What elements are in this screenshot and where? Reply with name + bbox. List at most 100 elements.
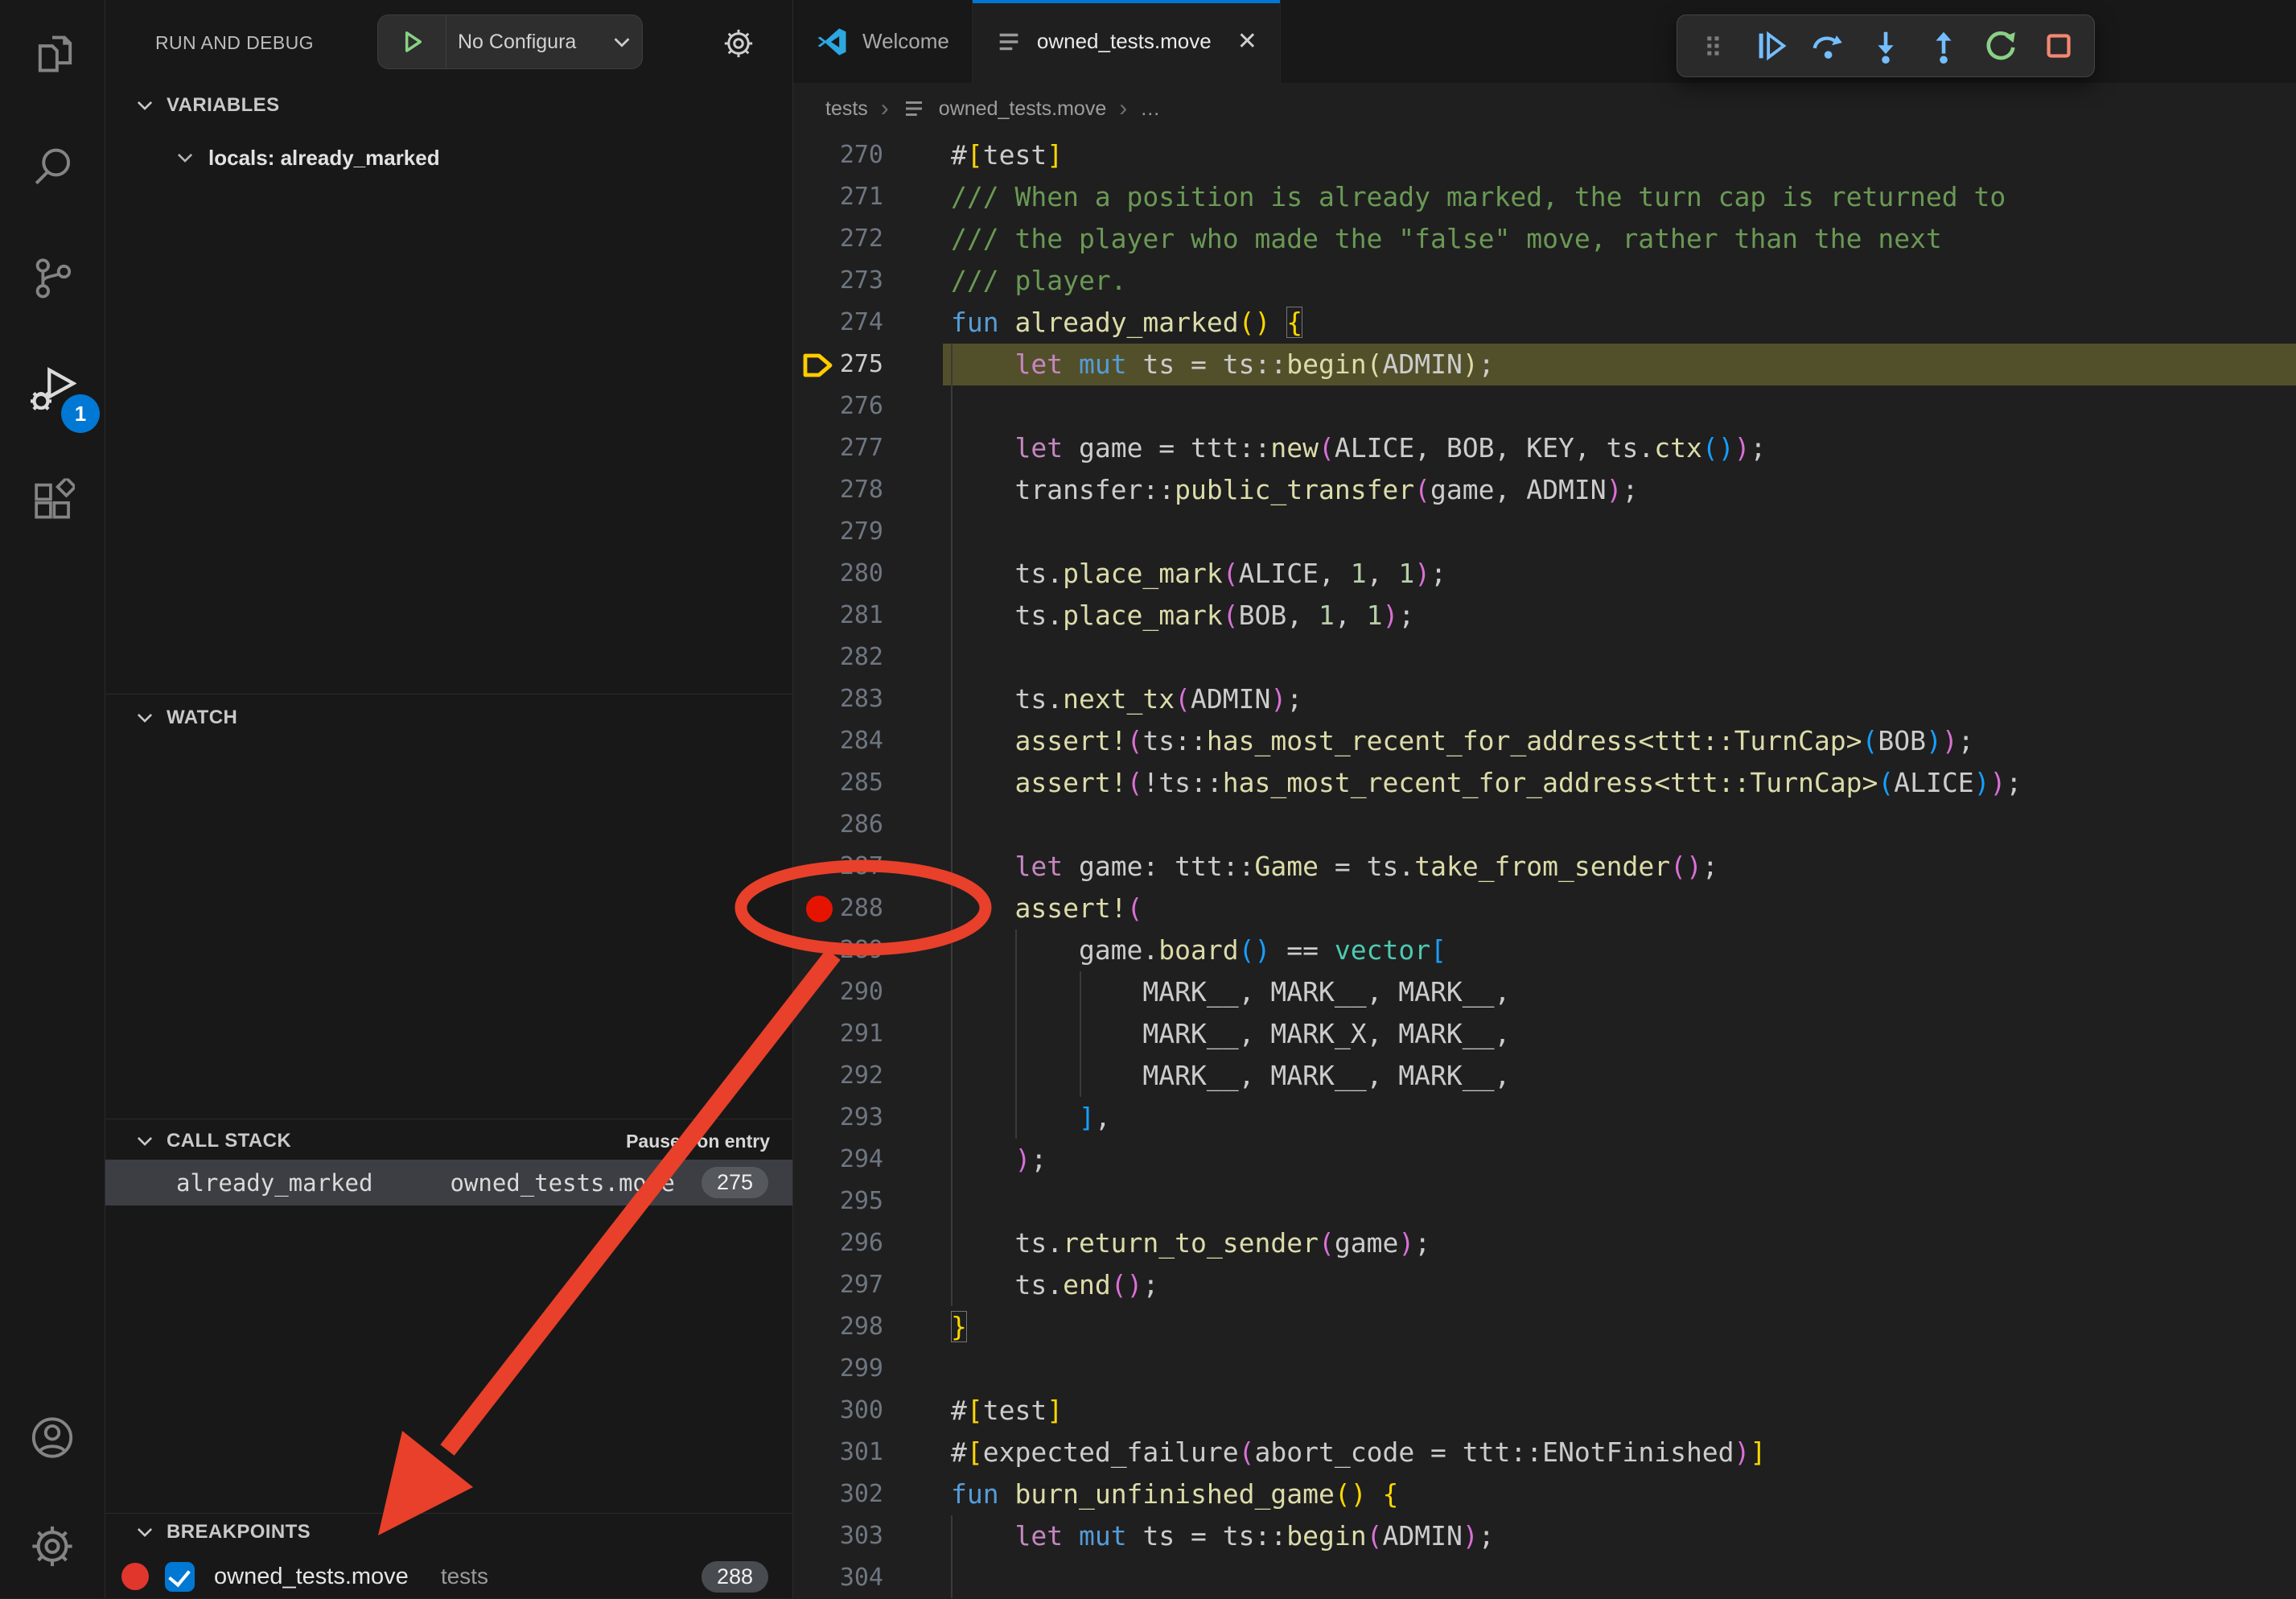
line-number[interactable]: 274 bbox=[793, 302, 883, 344]
code-line[interactable]: 288 assert!( bbox=[793, 888, 2296, 929]
line-number[interactable]: 297 bbox=[793, 1264, 883, 1306]
line-number[interactable]: 271 bbox=[793, 176, 883, 218]
line-number[interactable]: 290 bbox=[793, 971, 883, 1013]
code-line[interactable]: 271/// When a position is already marked… bbox=[793, 176, 2296, 218]
code-line[interactable]: 280 ts.place_mark(ALICE, 1, 1); bbox=[793, 553, 2296, 595]
drag-handle-icon[interactable] bbox=[1687, 20, 1738, 72]
extensions-icon[interactable] bbox=[30, 479, 75, 528]
breakpoint-row[interactable]: owned_tests.move tests 288 bbox=[105, 1554, 792, 1599]
tab-welcome[interactable]: Welcome bbox=[793, 0, 973, 83]
line-number[interactable]: 296 bbox=[793, 1222, 883, 1264]
code-line[interactable]: 290 MARK__, MARK__, MARK__, bbox=[793, 971, 2296, 1013]
line-number[interactable]: 299 bbox=[793, 1348, 883, 1390]
line-number[interactable]: 279 bbox=[793, 511, 883, 553]
code-line[interactable]: 278 transfer::public_transfer(game, ADMI… bbox=[793, 469, 2296, 511]
line-number[interactable]: 286 bbox=[793, 804, 883, 846]
code-line[interactable]: 270#[test] bbox=[793, 134, 2296, 176]
line-number[interactable]: 301 bbox=[793, 1432, 883, 1473]
code-line[interactable]: 286 bbox=[793, 804, 2296, 846]
code-line[interactable]: 293 ], bbox=[793, 1097, 2296, 1139]
code-line[interactable]: 299 bbox=[793, 1348, 2296, 1390]
explorer-icon[interactable] bbox=[30, 31, 75, 80]
code-line[interactable]: 301#[expected_failure(abort_code = ttt::… bbox=[793, 1432, 2296, 1473]
close-icon[interactable]: ✕ bbox=[1237, 27, 1257, 56]
code-line[interactable]: 291 MARK__, MARK_X, MARK__, bbox=[793, 1013, 2296, 1055]
variables-scope-row[interactable]: locals: already_marked bbox=[105, 137, 862, 179]
code-line[interactable]: 295 bbox=[793, 1181, 2296, 1222]
code-line[interactable]: 302fun burn_unfinished_game() { bbox=[793, 1473, 2296, 1515]
line-number[interactable]: 281 bbox=[793, 595, 883, 637]
code-line[interactable]: 292 MARK__, MARK__, MARK__, bbox=[793, 1055, 2296, 1097]
line-number[interactable]: 303 bbox=[793, 1515, 883, 1557]
watch-header[interactable]: WATCH bbox=[105, 699, 792, 736]
step-into-button[interactable] bbox=[1860, 20, 1911, 72]
line-number[interactable]: 298 bbox=[793, 1306, 883, 1348]
code-line[interactable]: 304 bbox=[793, 1557, 2296, 1598]
line-number[interactable]: 285 bbox=[793, 762, 883, 804]
search-icon[interactable] bbox=[30, 143, 75, 192]
line-number[interactable]: 278 bbox=[793, 469, 883, 511]
breadcrumb-symbol[interactable]: … bbox=[1140, 97, 1160, 121]
code-line[interactable]: 275 let mut ts = ts::begin(ADMIN); bbox=[793, 344, 2296, 385]
breakpoints-header[interactable]: BREAKPOINTS bbox=[105, 1514, 792, 1551]
line-number[interactable]: 284 bbox=[793, 720, 883, 762]
line-number[interactable]: 302 bbox=[793, 1473, 883, 1515]
chevron-down-icon[interactable] bbox=[602, 30, 642, 54]
line-number[interactable]: 275 bbox=[793, 344, 883, 385]
code-line[interactable]: 272/// the player who made the "false" m… bbox=[793, 218, 2296, 260]
start-debugging-play-icon[interactable] bbox=[378, 15, 446, 68]
code-line[interactable]: 279 bbox=[793, 511, 2296, 553]
breadcrumb-folder[interactable]: tests bbox=[825, 97, 868, 121]
line-number[interactable]: 293 bbox=[793, 1097, 883, 1139]
stack-frame-row[interactable]: already_marked owned_tests.move 275 bbox=[105, 1160, 792, 1205]
code-line[interactable]: 298} bbox=[793, 1306, 2296, 1348]
line-number[interactable]: 272 bbox=[793, 218, 883, 260]
config-dropdown-label[interactable]: No Configura bbox=[446, 31, 602, 54]
breadcrumb-file[interactable]: owned_tests.move bbox=[939, 97, 1106, 121]
line-number[interactable]: 300 bbox=[793, 1390, 883, 1432]
code-line[interactable]: 276 bbox=[793, 385, 2296, 427]
code-line[interactable]: 300#[test] bbox=[793, 1390, 2296, 1432]
line-number[interactable]: 283 bbox=[793, 678, 883, 720]
code-line[interactable]: 303 let mut ts = ts::begin(ADMIN); bbox=[793, 1515, 2296, 1557]
step-out-button[interactable] bbox=[1918, 20, 1969, 72]
code-line[interactable]: 281 ts.place_mark(BOB, 1, 1); bbox=[793, 595, 2296, 637]
line-number[interactable]: 277 bbox=[793, 427, 883, 469]
stop-button[interactable] bbox=[2033, 20, 2084, 72]
line-number[interactable]: 270 bbox=[793, 134, 883, 176]
step-over-button[interactable] bbox=[1802, 20, 1854, 72]
code-editor[interactable]: 270#[test]271/// When a position is alre… bbox=[793, 134, 2296, 1598]
restart-button[interactable] bbox=[1975, 20, 2026, 72]
line-number[interactable]: 304 bbox=[793, 1557, 883, 1598]
code-line[interactable]: 297 ts.end(); bbox=[793, 1264, 2296, 1306]
code-line[interactable]: 277 let game = ttt::new(ALICE, BOB, KEY,… bbox=[793, 427, 2296, 469]
code-line[interactable]: 273/// player. bbox=[793, 260, 2296, 302]
variables-header[interactable]: VARIABLES bbox=[105, 87, 792, 124]
line-number[interactable]: 276 bbox=[793, 385, 883, 427]
code-line[interactable]: 284 assert!(ts::has_most_recent_for_addr… bbox=[793, 720, 2296, 762]
line-number[interactable]: 292 bbox=[793, 1055, 883, 1097]
line-number[interactable]: 287 bbox=[793, 846, 883, 888]
line-number[interactable]: 289 bbox=[793, 929, 883, 971]
continue-button[interactable] bbox=[1745, 20, 1796, 72]
source-control-icon[interactable] bbox=[30, 255, 75, 304]
debug-settings-gear-icon[interactable] bbox=[722, 27, 755, 64]
start-debug-config-button[interactable]: No Configura bbox=[377, 14, 643, 69]
code-line[interactable]: 287 let game: ttt::Game = ts.take_from_s… bbox=[793, 846, 2296, 888]
line-number[interactable]: 280 bbox=[793, 553, 883, 595]
code-line[interactable]: 274fun already_marked() { bbox=[793, 302, 2296, 344]
line-number[interactable]: 282 bbox=[793, 637, 883, 678]
code-line[interactable]: 294 ); bbox=[793, 1139, 2296, 1181]
accounts-icon[interactable] bbox=[29, 1415, 76, 1465]
code-line[interactable]: 283 ts.next_tx(ADMIN); bbox=[793, 678, 2296, 720]
line-number[interactable]: 288 bbox=[793, 888, 883, 929]
line-number[interactable]: 273 bbox=[793, 260, 883, 302]
code-line[interactable]: 282 bbox=[793, 637, 2296, 678]
breakpoint-checkbox[interactable] bbox=[165, 1562, 195, 1592]
line-number[interactable]: 294 bbox=[793, 1139, 883, 1181]
line-number[interactable]: 291 bbox=[793, 1013, 883, 1055]
code-line[interactable]: 285 assert!(!ts::has_most_recent_for_add… bbox=[793, 762, 2296, 804]
call-stack-header[interactable]: CALL STACK Paused on entry bbox=[105, 1123, 792, 1160]
tab-owned-tests-move[interactable]: owned_tests.move ✕ bbox=[973, 0, 1281, 83]
code-line[interactable]: 296 ts.return_to_sender(game); bbox=[793, 1222, 2296, 1264]
